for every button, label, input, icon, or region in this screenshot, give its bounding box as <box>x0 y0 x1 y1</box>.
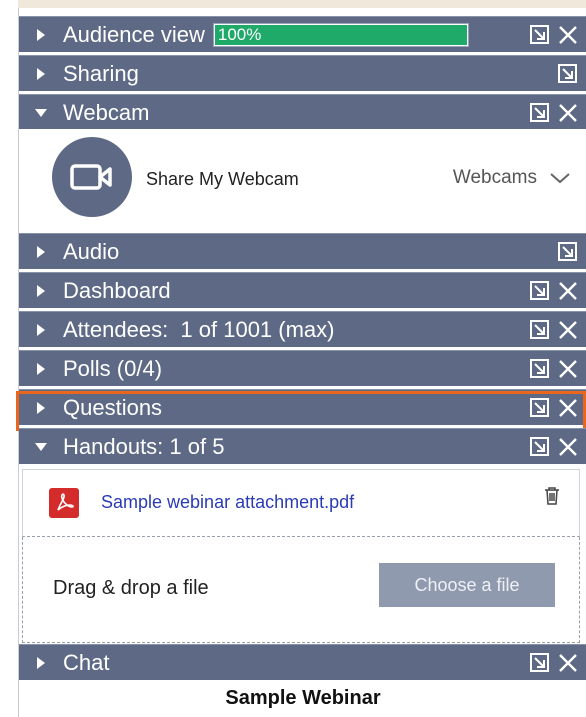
panel-header-questions[interactable]: Questions <box>19 389 586 425</box>
progress-text: 100% <box>217 24 262 44</box>
control-panel: Audience view 100% Sharing Webcam Share … <box>16 8 586 717</box>
close-icon[interactable] <box>557 652 579 674</box>
popout-icon[interactable] <box>529 358 551 380</box>
pdf-icon <box>49 488 79 518</box>
chevron-down-icon <box>550 173 570 184</box>
file-drop-zone[interactable]: Drag & drop a file Choose a file <box>22 537 580 643</box>
panel-header-chat[interactable]: Chat <box>19 644 586 680</box>
popout-icon[interactable] <box>557 241 579 263</box>
webinar-title: Sample Webinar <box>225 687 381 709</box>
panel-label: Attendees: 1 of 1001 (max) <box>63 316 335 342</box>
drop-zone-label: Drag & drop a file <box>53 577 209 599</box>
popout-icon[interactable] <box>529 652 551 674</box>
popout-icon[interactable] <box>529 436 551 458</box>
close-icon[interactable] <box>557 436 579 458</box>
trash-icon[interactable] <box>543 486 561 506</box>
panel-label: Audience view <box>63 21 205 47</box>
panel-label: Questions <box>63 394 163 420</box>
panel-label: Chat <box>63 649 110 675</box>
panel-header-sharing[interactable]: Sharing <box>19 55 586 91</box>
popout-icon[interactable] <box>529 280 551 302</box>
close-icon[interactable] <box>557 319 579 341</box>
expand-arrow-icon[interactable] <box>37 28 45 41</box>
collapse-arrow-icon[interactable] <box>35 442 47 451</box>
panel-header-audience-view[interactable]: Audience view 100% <box>19 16 586 52</box>
panel-header-dashboard[interactable]: Dashboard <box>19 272 586 308</box>
popout-icon[interactable] <box>557 63 579 85</box>
handouts-body: Sample webinar attachment.pdf Drag & dro… <box>19 469 586 647</box>
panel-header-audio[interactable]: Audio <box>19 233 586 269</box>
collapse-arrow-icon[interactable] <box>35 108 47 117</box>
panel-header-handouts[interactable]: Handouts: 1 of 5 <box>19 428 586 464</box>
audience-progress-bar: 100% <box>212 22 469 47</box>
expand-arrow-icon[interactable] <box>37 67 45 80</box>
panel-label: Webcam <box>63 99 150 125</box>
share-webcam-label: Share My Webcam <box>146 169 299 189</box>
popout-icon[interactable] <box>529 24 551 46</box>
close-icon[interactable] <box>557 358 579 380</box>
camera-icon <box>70 164 112 190</box>
popout-icon[interactable] <box>529 319 551 341</box>
choose-file-button[interactable]: Choose a file <box>379 563 555 607</box>
panel-header-attendees[interactable]: Attendees: 1 of 1001 (max) <box>19 311 586 347</box>
expand-arrow-icon[interactable] <box>37 284 45 297</box>
popout-icon[interactable] <box>529 102 551 124</box>
close-icon[interactable] <box>557 397 579 419</box>
webcams-dropdown-value: Webcams <box>452 167 537 188</box>
expand-arrow-icon[interactable] <box>37 656 45 669</box>
panel-label: Polls (0/4) <box>63 355 163 381</box>
expand-arrow-icon[interactable] <box>37 362 45 375</box>
expand-arrow-icon[interactable] <box>37 323 45 336</box>
panel-header-polls[interactable]: Polls (0/4) <box>19 350 586 386</box>
popout-icon[interactable] <box>529 397 551 419</box>
close-icon[interactable] <box>557 24 579 46</box>
webcams-dropdown[interactable]: Webcams <box>453 167 571 189</box>
handout-file-link[interactable]: Sample webinar attachment.pdf <box>101 492 354 513</box>
panel-label: Sharing <box>63 60 139 86</box>
expand-arrow-icon[interactable] <box>37 401 45 414</box>
panel-label: Audio <box>63 238 120 264</box>
top-strip <box>18 0 586 8</box>
close-icon[interactable] <box>557 102 579 124</box>
webcam-toggle-button[interactable] <box>52 137 132 217</box>
close-icon[interactable] <box>557 280 579 302</box>
panel-label: Dashboard <box>63 277 171 303</box>
panel-label: Handouts: 1 of 5 <box>63 433 225 459</box>
webcam-body: Share My Webcam Webcams <box>19 129 586 235</box>
expand-arrow-icon[interactable] <box>37 245 45 258</box>
panel-header-webcam[interactable]: Webcam <box>19 94 586 130</box>
handout-file-row[interactable]: Sample webinar attachment.pdf <box>22 469 580 537</box>
